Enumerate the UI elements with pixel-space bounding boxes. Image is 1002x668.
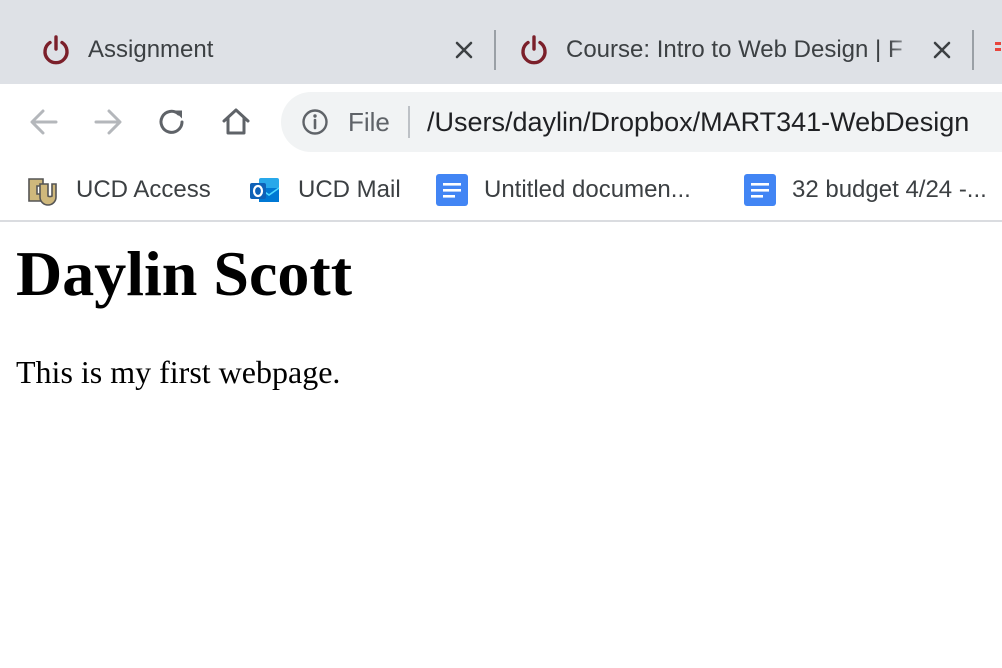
home-icon bbox=[222, 108, 250, 135]
bookmark-untitled-document[interactable]: Untitled documen... bbox=[436, 172, 726, 208]
tab-course[interactable]: Course: Intro to Web Design | F bbox=[518, 0, 958, 84]
page-content: Daylin Scott This is my first webpage. bbox=[0, 222, 1002, 668]
outlook-icon bbox=[250, 178, 280, 202]
forward-button[interactable] bbox=[88, 102, 128, 142]
url-scheme-label: File bbox=[348, 107, 390, 137]
google-docs-icon bbox=[744, 174, 776, 206]
omnibox-separator bbox=[408, 106, 410, 138]
tab-assignment[interactable]: Assignment bbox=[40, 0, 480, 84]
info-icon[interactable] bbox=[301, 108, 329, 136]
close-icon[interactable] bbox=[930, 38, 954, 62]
bookmark-label: Untitled documen... bbox=[484, 176, 691, 203]
bookmark-ucd-mail[interactable]: UCD Mail bbox=[248, 172, 418, 208]
tab-strip: Assignment Course: Intro to Web Design |… bbox=[0, 0, 1002, 84]
url-text[interactable]: /Users/daylin/Dropbox/MART341-WebDesign bbox=[427, 106, 969, 138]
back-button[interactable] bbox=[24, 102, 64, 142]
arrow-right-icon bbox=[94, 109, 122, 135]
cu-logo-icon bbox=[28, 178, 57, 206]
tab-separator bbox=[494, 30, 496, 70]
address-bar[interactable]: File /Users/daylin/Dropbox/MART341-WebDe… bbox=[281, 92, 1002, 152]
tab-partial[interactable] bbox=[994, 0, 1002, 84]
bookmark-label: UCD Mail bbox=[298, 176, 401, 203]
tab-favicon-icon bbox=[995, 42, 1001, 51]
google-docs-icon bbox=[436, 174, 468, 206]
page-paragraph: This is my first webpage. bbox=[16, 354, 341, 390]
home-button[interactable] bbox=[216, 102, 256, 142]
bookmark-32-budget[interactable]: 32 budget 4/24 -... bbox=[744, 172, 1002, 208]
page-heading: Daylin Scott bbox=[16, 238, 352, 309]
tab-separator bbox=[972, 30, 974, 70]
tab-title-fade bbox=[888, 34, 922, 66]
close-icon[interactable] bbox=[452, 38, 476, 62]
bookmark-ucd-access[interactable]: UCD Access bbox=[26, 172, 226, 208]
power-icon bbox=[521, 35, 547, 65]
bookmarks-bar: UCD Access UCD Mail Untitled documen... … bbox=[0, 160, 1002, 222]
reload-button[interactable] bbox=[152, 102, 192, 142]
tab-title: Assignment bbox=[88, 36, 214, 63]
bookmark-label: UCD Access bbox=[76, 176, 211, 203]
reload-icon bbox=[159, 109, 184, 134]
arrow-left-icon bbox=[30, 109, 58, 135]
power-icon bbox=[43, 35, 69, 65]
tab-title: Course: Intro to Web Design | F bbox=[566, 36, 903, 63]
bookmark-label: 32 budget 4/24 -... bbox=[792, 176, 987, 203]
browser-toolbar: File /Users/daylin/Dropbox/MART341-WebDe… bbox=[0, 84, 1002, 160]
